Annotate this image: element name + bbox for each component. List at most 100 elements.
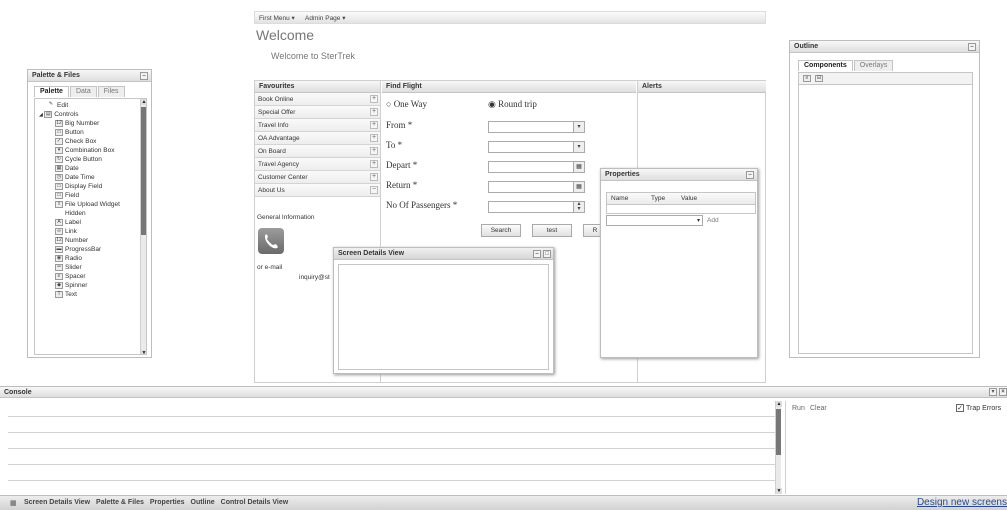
palette-item[interactable]: ▾ Combination Box bbox=[35, 146, 146, 155]
clear-button[interactable]: Clear bbox=[810, 405, 827, 412]
depart-date-field[interactable]: ▦ bbox=[488, 161, 585, 173]
screen-details-header[interactable]: Screen Details View – □ bbox=[334, 248, 553, 260]
palette-item[interactable]: ▭ Display Field bbox=[35, 182, 146, 191]
taskbar-item[interactable]: Palette & Files bbox=[96, 499, 144, 506]
collapse-all-icon[interactable]: ⊟ bbox=[815, 75, 823, 82]
minimize-icon[interactable]: ▾ bbox=[989, 388, 997, 396]
favourites-item[interactable]: On Board + bbox=[255, 145, 380, 158]
expand-all-icon[interactable]: ≡ bbox=[803, 75, 811, 82]
return-date-field[interactable]: ▦ bbox=[488, 181, 585, 193]
palette-item[interactable]: ◉ Radio bbox=[35, 254, 146, 263]
outline-tabs: Components Overlays bbox=[798, 60, 894, 71]
palette-item-label: Link bbox=[65, 228, 77, 235]
palette-item[interactable]: 12 Big Number bbox=[35, 119, 146, 128]
palette-item[interactable]: T Text bbox=[35, 290, 146, 299]
tab-files[interactable]: Files bbox=[97, 86, 125, 97]
scroll-down-icon[interactable]: ▼ bbox=[776, 488, 782, 494]
palette-item[interactable]: ≡ Spacer bbox=[35, 272, 146, 281]
palette-item[interactable]: ◆ Spinner bbox=[35, 281, 146, 290]
tab-components[interactable]: Components bbox=[798, 60, 853, 71]
palette-item[interactable]: ▦ Date bbox=[35, 164, 146, 173]
calendar-icon[interactable]: ▦ bbox=[573, 182, 584, 192]
favourites-item[interactable]: Book Online + bbox=[255, 93, 380, 106]
calendar-icon[interactable]: ▦ bbox=[573, 162, 584, 172]
tab-palette[interactable]: Palette bbox=[34, 86, 69, 97]
chevron-down-icon[interactable]: ▾ bbox=[573, 122, 584, 132]
passengers-stepper[interactable]: ▴ ▾ bbox=[488, 201, 585, 213]
palette-item[interactable]: ▭ Field bbox=[35, 191, 146, 200]
favourites-item[interactable]: About Us − bbox=[255, 184, 380, 197]
taskbar-item[interactable]: Screen Details View bbox=[24, 499, 90, 506]
design-new-screens-link[interactable]: Design new screens bbox=[917, 497, 1007, 508]
top-menu-bar: First Menu ▾ Admin Page ▾ bbox=[254, 11, 766, 24]
expand-icon[interactable]: + bbox=[370, 108, 378, 116]
first-menu[interactable]: First Menu ▾ bbox=[259, 14, 295, 22]
stepper-icon[interactable]: ▴ ▾ bbox=[573, 201, 584, 212]
expand-icon[interactable]: + bbox=[370, 95, 378, 103]
palette-item[interactable]: Hidden bbox=[35, 209, 146, 218]
trap-errors-checkbox[interactable]: ✓ bbox=[956, 404, 964, 412]
expand-icon[interactable]: + bbox=[370, 134, 378, 142]
email-text[interactable]: inquiry@st bbox=[299, 274, 330, 281]
palette-item[interactable]: ◢ ▤ Controls bbox=[35, 110, 146, 119]
test-button[interactable]: test bbox=[532, 224, 572, 237]
console-scrollbar[interactable]: ▲ ▼ bbox=[775, 401, 782, 494]
favourites-item[interactable]: Special Offer + bbox=[255, 106, 380, 119]
column-type[interactable]: Type bbox=[651, 195, 665, 202]
properties-header[interactable]: Properties – bbox=[601, 169, 757, 181]
chevron-down-icon[interactable]: ▾ bbox=[697, 217, 700, 224]
close-icon[interactable]: × bbox=[999, 388, 1007, 396]
column-value[interactable]: Value bbox=[681, 195, 697, 202]
favourites-item-label: Special Offer bbox=[258, 109, 296, 116]
palette-item[interactable]: ═ Slider bbox=[35, 263, 146, 272]
palette-item[interactable]: A Label bbox=[35, 218, 146, 227]
taskbar-item[interactable]: Properties bbox=[150, 499, 185, 506]
scrollbar-thumb[interactable] bbox=[776, 409, 781, 455]
to-select[interactable]: ▾ bbox=[488, 141, 585, 153]
expand-icon[interactable]: + bbox=[370, 173, 378, 181]
palette-item[interactable]: ∞ Link bbox=[35, 227, 146, 236]
palette-item[interactable]: ✓ Check Box bbox=[35, 137, 146, 146]
collapse-icon[interactable]: − bbox=[370, 186, 378, 194]
favourites-item[interactable]: Customer Center + bbox=[255, 171, 380, 184]
scroll-up-icon[interactable]: ▲ bbox=[776, 401, 782, 407]
column-name[interactable]: Name bbox=[611, 195, 628, 202]
one-way-radio[interactable]: ○ One Way bbox=[386, 99, 427, 109]
taskbar-item[interactable]: Control Details View bbox=[221, 499, 289, 506]
taskbar-item[interactable]: Outline bbox=[191, 499, 215, 506]
tab-data[interactable]: Data bbox=[69, 86, 97, 97]
round-trip-radio[interactable]: ◉ Round trip bbox=[488, 99, 537, 110]
palette-item[interactable]: ◷ Date Time bbox=[35, 173, 146, 182]
palette-item[interactable]: 12 Number bbox=[35, 236, 146, 245]
maximize-icon[interactable]: □ bbox=[543, 250, 551, 258]
minimize-icon[interactable]: – bbox=[533, 250, 541, 258]
palette-item[interactable]: ▭ Button bbox=[35, 128, 146, 137]
minimize-icon[interactable]: – bbox=[746, 171, 754, 179]
tab-overlays[interactable]: Overlays bbox=[853, 60, 894, 71]
from-select[interactable]: ▾ bbox=[488, 121, 585, 133]
palette-item[interactable]: ▬ ProgressBar bbox=[35, 245, 146, 254]
minimize-icon[interactable]: – bbox=[140, 72, 148, 80]
scrollbar-thumb[interactable] bbox=[141, 107, 146, 235]
chevron-down-icon[interactable]: ▾ bbox=[573, 142, 584, 152]
expand-icon[interactable]: + bbox=[370, 121, 378, 129]
run-button[interactable]: Run bbox=[792, 405, 805, 412]
favourites-item[interactable]: Travel Info + bbox=[255, 119, 380, 132]
palette-item[interactable]: ⇪ File Upload Widget bbox=[35, 200, 146, 209]
favourites-item[interactable]: Travel Agency + bbox=[255, 158, 380, 171]
scroll-down-icon[interactable]: ▼ bbox=[141, 350, 146, 354]
expand-icon[interactable]: + bbox=[370, 160, 378, 168]
taskbar-menu-icon[interactable]: ▦ bbox=[10, 499, 17, 507]
palette-scrollbar[interactable]: ▲ ▼ bbox=[140, 99, 146, 354]
expand-icon[interactable]: + bbox=[370, 147, 378, 155]
scroll-up-icon[interactable]: ▲ bbox=[141, 99, 146, 105]
add-property-button[interactable]: Add bbox=[707, 217, 719, 224]
palette-item-label: Field bbox=[65, 192, 80, 199]
palette-item[interactable]: ↻ Cycle Button bbox=[35, 155, 146, 164]
minimize-icon[interactable]: – bbox=[968, 43, 976, 51]
admin-page-menu[interactable]: Admin Page ▾ bbox=[305, 14, 345, 22]
property-name-select[interactable]: ▾ bbox=[606, 215, 703, 226]
favourites-item[interactable]: OA Advantage + bbox=[255, 132, 380, 145]
palette-item[interactable]: ✎ Edit bbox=[35, 101, 146, 110]
search-button[interactable]: Search bbox=[481, 224, 521, 237]
